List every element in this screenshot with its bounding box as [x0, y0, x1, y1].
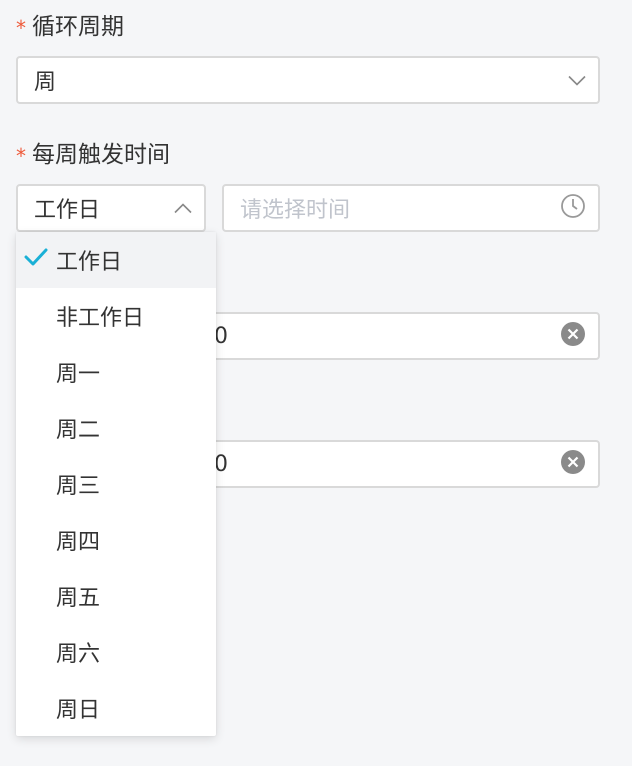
dropdown-option-label: 周日 [56, 698, 101, 723]
dropdown-option-saturday[interactable]: 周六 [16, 624, 216, 680]
required-mark: * [16, 16, 26, 40]
dropdown-option-sunday[interactable]: 周日 [16, 680, 216, 736]
dropdown-option-label: 周三 [56, 474, 101, 499]
chevron-up-icon [174, 199, 192, 218]
dropdown-option-label: 工作日 [56, 250, 123, 275]
clock-icon [560, 193, 586, 223]
day-select-value: 工作日 [34, 198, 101, 223]
time-input-placeholder: 请选择时间 [240, 198, 351, 223]
dropdown-option-label: 周六 [56, 642, 101, 667]
cycle-label-text: 循环周期 [32, 14, 124, 40]
dropdown-option-workday[interactable]: 工作日 [16, 232, 216, 288]
trigger-label-text: 每周触发时间 [32, 142, 170, 168]
dropdown-option-wednesday[interactable]: 周三 [16, 456, 216, 512]
trigger-label: * 每周触发时间 [16, 140, 170, 170]
clear-circle-icon[interactable] [560, 449, 586, 479]
cycle-label: * 循环周期 [16, 12, 124, 42]
dropdown-option-thursday[interactable]: 周四 [16, 512, 216, 568]
check-icon [24, 247, 48, 273]
day-dropdown: 工作日 非工作日 周一 周二 周三 周四 周五 周六 周日 [16, 232, 216, 736]
dropdown-option-label: 非工作日 [56, 306, 145, 331]
dropdown-option-non-workday[interactable]: 非工作日 [16, 288, 216, 344]
time-input[interactable]: 请选择时间 [222, 184, 600, 232]
clear-circle-icon[interactable] [560, 321, 586, 351]
dropdown-option-monday[interactable]: 周一 [16, 344, 216, 400]
day-select[interactable]: 工作日 [16, 184, 206, 232]
dropdown-option-friday[interactable]: 周五 [16, 568, 216, 624]
required-mark: * [16, 144, 26, 168]
hidden-field-1-value: 0 [214, 323, 228, 349]
hidden-field-2-value: 0 [214, 451, 228, 477]
dropdown-option-label: 周二 [56, 418, 101, 443]
dropdown-option-label: 周一 [56, 362, 101, 387]
chevron-down-icon [568, 71, 586, 90]
cycle-select[interactable]: 周 [16, 56, 600, 104]
dropdown-option-label: 周四 [56, 530, 101, 555]
dropdown-option-tuesday[interactable]: 周二 [16, 400, 216, 456]
cycle-select-value: 周 [34, 70, 57, 95]
dropdown-option-label: 周五 [56, 586, 101, 611]
